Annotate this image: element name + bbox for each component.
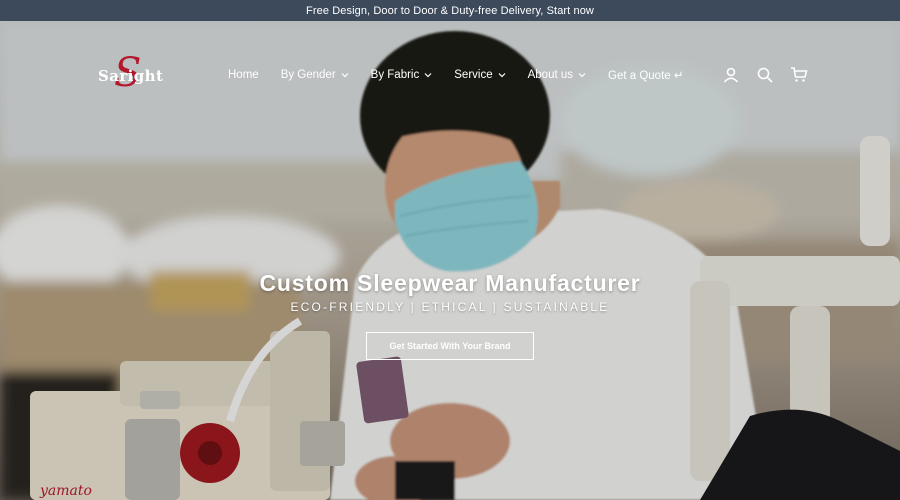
account-icon[interactable]	[722, 66, 740, 84]
chevron-down-icon	[498, 73, 506, 78]
nav-item-label: Service	[454, 69, 493, 81]
get-started-button-label: Get Started With Your Brand	[389, 341, 511, 351]
nav-item-label: By Fabric	[370, 69, 420, 81]
chevron-down-icon	[341, 73, 349, 78]
announcement-text[interactable]: Free Design, Door to Door & Duty-free De…	[306, 5, 594, 17]
brand-logo[interactable]: S Saright	[98, 53, 170, 95]
get-started-button[interactable]: Get Started With Your Brand	[366, 332, 534, 360]
nav-item-service[interactable]: Service	[454, 68, 506, 82]
nav-item-label: Home	[228, 69, 259, 81]
site-header: S Saright Home By Gender By Fabric Servi…	[0, 21, 900, 93]
chevron-down-icon	[424, 73, 432, 78]
nav-item-label: Get a Quote ↵	[608, 70, 684, 82]
nav-item-home[interactable]: Home	[228, 68, 259, 82]
logo-text: Saright	[98, 67, 164, 85]
nav-item-label: About us	[527, 69, 574, 81]
hero-subtitle: ECO-FRIENDLY | ETHICAL | SUSTAINABLE	[290, 300, 610, 314]
nav-item-by-fabric[interactable]: By Fabric	[371, 68, 433, 82]
announcement-bar[interactable]: Free Design, Door to Door & Duty-free De…	[0, 0, 900, 21]
nav-item-get-a-quote[interactable]: Get a Quote ↵	[608, 68, 683, 82]
chevron-down-icon	[578, 73, 586, 78]
nav-item-by-gender[interactable]: By Gender	[281, 68, 349, 82]
header-icons	[722, 66, 808, 84]
search-icon[interactable]	[756, 66, 774, 84]
nav-item-label: By Gender	[280, 69, 336, 81]
main-nav: Home By Gender By Fabric Service About u…	[228, 68, 706, 82]
hero-title: Custom Sleepwear Manufacturer	[259, 270, 641, 296]
nav-item-about-us[interactable]: About us	[528, 68, 586, 82]
cart-icon[interactable]	[790, 66, 808, 84]
